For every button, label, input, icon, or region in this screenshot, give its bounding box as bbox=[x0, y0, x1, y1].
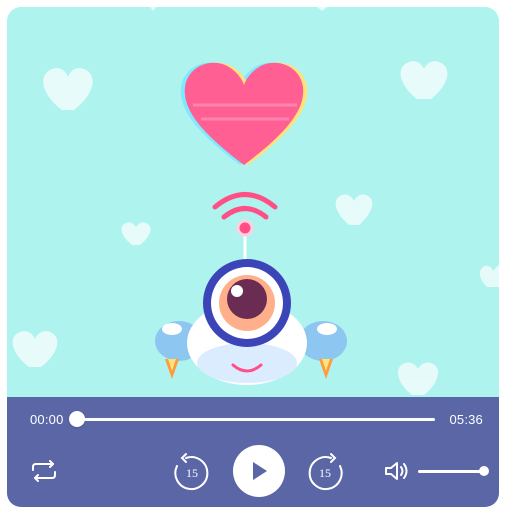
svg-text:15: 15 bbox=[186, 466, 198, 480]
artwork bbox=[12, 7, 499, 395]
seek-bar-track[interactable] bbox=[77, 418, 435, 421]
current-time: 00:00 bbox=[30, 412, 64, 427]
forward-15-button[interactable]: 15 bbox=[305, 452, 345, 492]
volume-slider-handle[interactable] bbox=[479, 466, 489, 476]
audio-player-card: 00:00 05:36 15 15 bbox=[7, 7, 499, 507]
svg-text:15: 15 bbox=[319, 466, 331, 480]
repeat-icon bbox=[32, 460, 56, 482]
volume-button[interactable] bbox=[383, 459, 411, 483]
volume-icon bbox=[385, 462, 408, 480]
play-button[interactable] bbox=[233, 445, 285, 497]
rewind-15-button[interactable]: 15 bbox=[172, 452, 212, 492]
rewind-15-icon: 15 bbox=[174, 453, 209, 491]
signal-waves bbox=[212, 192, 278, 220]
volume-slider-track[interactable] bbox=[418, 470, 482, 473]
repeat-button[interactable] bbox=[29, 459, 59, 483]
seek-bar-handle[interactable] bbox=[69, 411, 85, 427]
duration-time: 05:36 bbox=[449, 412, 483, 427]
play-icon bbox=[253, 462, 267, 480]
forward-15-icon: 15 bbox=[308, 453, 343, 491]
robot bbox=[155, 259, 347, 385]
player-controls: 00:00 05:36 15 15 bbox=[7, 397, 499, 507]
